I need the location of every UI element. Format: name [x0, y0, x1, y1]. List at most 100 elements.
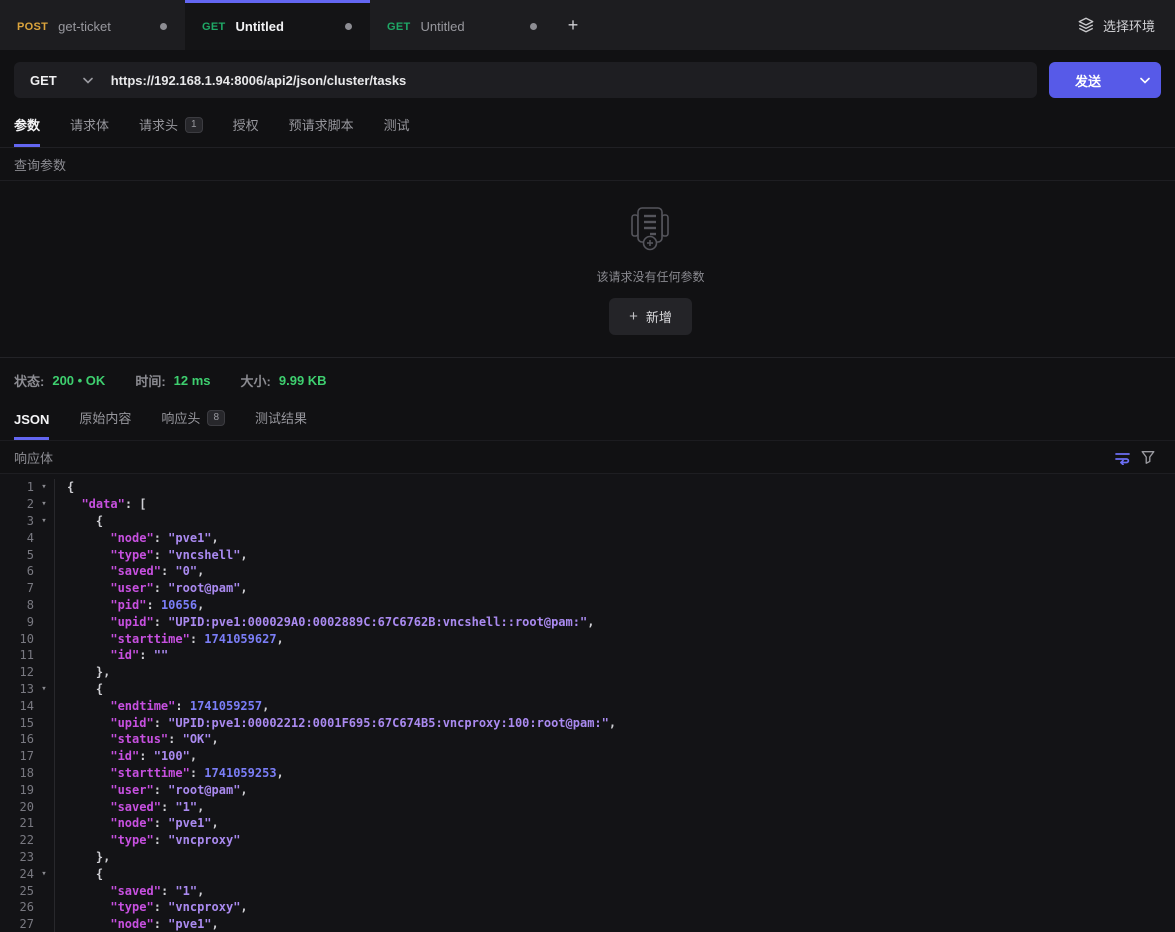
token-key: "saved" — [110, 800, 161, 814]
line-number: 24 — [0, 867, 34, 881]
line-number: 6 — [0, 564, 34, 578]
code-text: "type": "vncshell", — [55, 548, 1175, 562]
request-tabs: 参数 请求体 请求头 1 授权 预请求脚本 测试 — [0, 110, 1175, 148]
tab-json[interactable]: JSON — [14, 412, 49, 440]
token-key: "data" — [81, 497, 124, 511]
token-string: "UPID:pve1:00002212:0001F695:67C674B5:vn… — [168, 716, 609, 730]
tab-tests[interactable]: 测试 — [384, 115, 410, 147]
token-punctuation: : — [154, 917, 168, 931]
code-text: "id": "" — [55, 648, 1175, 662]
fold-gutter — [34, 731, 55, 748]
code-line: 17 "id": "100", — [0, 748, 1175, 765]
fold-gutter — [34, 899, 55, 916]
tab-body[interactable]: 请求体 — [70, 115, 109, 147]
method-badge: POST — [17, 21, 48, 33]
tab-params[interactable]: 参数 — [14, 115, 40, 147]
code-line: 7 "user": "root@pam", — [0, 580, 1175, 597]
new-tab-button[interactable]: + — [555, 0, 591, 50]
send-options-chevron-icon[interactable] — [1127, 77, 1161, 84]
fold-gutter — [34, 714, 55, 731]
fold-arrow-icon[interactable]: ▾ — [34, 479, 55, 496]
fold-arrow-icon[interactable]: ▾ — [34, 513, 55, 530]
fold-arrow-icon[interactable]: ▾ — [34, 496, 55, 513]
format-wrap-icon[interactable] — [1109, 450, 1135, 465]
tab-label: 测试 — [384, 115, 410, 134]
url-box: GET — [14, 62, 1037, 98]
fold-arrow-icon[interactable]: ▾ — [34, 681, 55, 698]
environment-selector[interactable]: 选择环境 — [1057, 0, 1175, 50]
fold-gutter — [34, 815, 55, 832]
token-key: "type" — [110, 833, 153, 847]
code-line: 9 "upid": "UPID:pve1:000029A0:0002889C:6… — [0, 613, 1175, 630]
token-key: "id" — [110, 648, 139, 662]
json-response-viewer[interactable]: 1▾{2▾ "data": [3▾ {4 "node": "pve1",5 "t… — [0, 474, 1175, 932]
code-text: "status": "OK", — [55, 732, 1175, 746]
code-text: "upid": "UPID:pve1:00002212:0001F695:67C… — [55, 716, 1175, 730]
chevron-down-icon — [83, 77, 93, 84]
token-string: "1" — [175, 884, 197, 898]
token-punctuation: , — [197, 800, 204, 814]
code-text: "saved": "0", — [55, 564, 1175, 578]
token-number: 1741059253 — [204, 766, 276, 780]
line-number: 15 — [0, 716, 34, 730]
code-line: 14 "endtime": 1741059257, — [0, 697, 1175, 714]
token-punctuation: , — [197, 598, 204, 612]
code-text: "upid": "UPID:pve1:000029A0:0002889C:67C… — [55, 615, 1175, 629]
code-text: "user": "root@pam", — [55, 581, 1175, 595]
fold-gutter — [34, 748, 55, 765]
tab-headers[interactable]: 请求头 1 — [139, 115, 203, 147]
token-string: "UPID:pve1:000029A0:0002889C:67C6762B:vn… — [168, 615, 587, 629]
fold-gutter — [34, 849, 55, 866]
filter-icon[interactable] — [1135, 449, 1161, 465]
line-number: 5 — [0, 548, 34, 562]
fold-gutter — [34, 697, 55, 714]
tab-response-headers[interactable]: 响应头 8 — [161, 408, 225, 440]
fold-gutter — [34, 563, 55, 580]
fold-gutter — [34, 580, 55, 597]
query-params-label: 查询参数 — [14, 155, 66, 174]
send-button[interactable]: 发送 — [1049, 62, 1161, 98]
method-dropdown[interactable]: GET — [14, 73, 111, 88]
tab-auth[interactable]: 授权 — [233, 115, 259, 147]
token-punctuation: : — [146, 598, 160, 612]
line-number: 3 — [0, 514, 34, 528]
add-param-button[interactable]: + 新增 — [609, 298, 692, 335]
doc-tab-untitled-active[interactable]: GET Untitled — [185, 0, 370, 50]
code-text: "node": "pve1", — [55, 531, 1175, 545]
token-punctuation: : — [154, 833, 168, 847]
token-string: "pve1" — [168, 917, 211, 931]
code-line: 26 "type": "vncproxy", — [0, 899, 1175, 916]
doc-tab-get-ticket[interactable]: POST get-ticket — [0, 0, 185, 50]
token-punctuation: : — [154, 816, 168, 830]
line-number: 11 — [0, 648, 34, 662]
fold-gutter — [34, 546, 55, 563]
token-punctuation: , — [212, 917, 219, 931]
token-punctuation: : — [161, 884, 175, 898]
token-string: "vncshell" — [168, 548, 240, 562]
token-punctuation: , — [212, 816, 219, 830]
token-punctuation: , — [197, 884, 204, 898]
line-number: 10 — [0, 632, 34, 646]
token-punctuation: }, — [96, 850, 110, 864]
plus-icon: + — [629, 308, 638, 325]
code-line: 18 "starttime": 1741059253, — [0, 765, 1175, 782]
line-number: 7 — [0, 581, 34, 595]
token-punctuation: }, — [96, 665, 110, 679]
tab-test-results[interactable]: 测试结果 — [255, 408, 307, 440]
token-key: "saved" — [110, 564, 161, 578]
code-line: 12 }, — [0, 664, 1175, 681]
tab-raw[interactable]: 原始内容 — [79, 408, 131, 440]
line-number: 20 — [0, 800, 34, 814]
fold-gutter — [34, 765, 55, 782]
token-punctuation: : — [154, 548, 168, 562]
url-input[interactable] — [111, 73, 1037, 88]
token-punctuation: , — [240, 900, 247, 914]
token-key: "node" — [110, 917, 153, 931]
doc-tab-untitled-2[interactable]: GET Untitled — [370, 0, 555, 50]
fold-arrow-icon[interactable]: ▾ — [34, 865, 55, 882]
unsaved-dot-icon — [160, 23, 167, 30]
size-value: 9.99 KB — [279, 373, 327, 388]
code-line: 24▾ { — [0, 865, 1175, 882]
token-punctuation: : [ — [125, 497, 147, 511]
tab-pre-request-script[interactable]: 预请求脚本 — [289, 115, 354, 147]
